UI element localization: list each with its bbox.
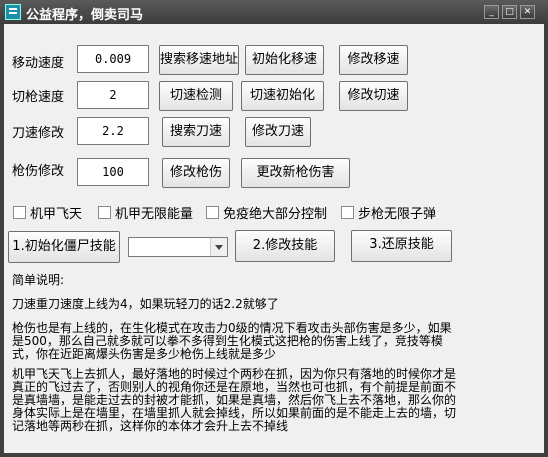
checkbox-label: 步枪无限子弹 — [358, 207, 437, 222]
init-zombie-skill-button[interactable]: 1.初始化僵尸技能 — [8, 231, 120, 263]
app-window: 公益程序，倒卖司马 _ □ ✕ 移动速度 0.009 搜索移速地址 初始化移速 … — [0, 0, 548, 457]
notes-title: 简单说明: — [12, 273, 65, 287]
change-new-gun-damage-button[interactable]: 更改新枪伤害 — [241, 158, 350, 188]
title-bar[interactable]: 公益程序，倒卖司马 _ □ ✕ — [0, 0, 548, 24]
knife-speed-input[interactable]: 2.2 — [77, 117, 149, 145]
modify-gun-damage-button[interactable]: 修改枪伤 — [162, 158, 230, 188]
modify-zombie-skill-button[interactable]: 2.修改技能 — [235, 230, 335, 262]
checkbox-box — [206, 206, 219, 219]
chevron-down-icon[interactable] — [210, 238, 227, 256]
mech-fly-checkbox[interactable]: 机甲飞天 — [13, 203, 83, 222]
switch-speed-label: 切枪速度 — [12, 90, 65, 105]
checkbox-box — [13, 206, 26, 219]
app-icon — [5, 4, 21, 20]
minimize-button[interactable]: _ — [484, 5, 499, 19]
move-speed-label: 移动速度 — [12, 56, 65, 71]
client-area: 移动速度 0.009 搜索移速地址 初始化移速 修改移速 切枪速度 2 切速检测… — [4, 24, 544, 453]
notes-panel: 简单说明: 刀速重刀速度上线为4，如果玩轻刀的话2.2就够了 枪伤也是有上线的，… — [8, 272, 459, 450]
window-title: 公益程序，倒卖司马 — [26, 8, 144, 23]
modify-switch-speed-button[interactable]: 修改切速 — [339, 81, 408, 111]
modify-knife-speed-button[interactable]: 修改刀速 — [245, 117, 311, 147]
move-speed-input[interactable]: 0.009 — [77, 45, 149, 73]
checkbox-box — [341, 206, 354, 219]
search-knife-speed-button[interactable]: 搜索刀速 — [162, 117, 230, 147]
restore-zombie-skill-button[interactable]: 3.还原技能 — [351, 230, 452, 262]
gun-damage-input[interactable]: 100 — [77, 158, 149, 186]
checkbox-label: 机甲飞天 — [30, 207, 83, 222]
rifle-infinite-ammo-checkbox[interactable]: 步枪无限子弹 — [341, 203, 437, 222]
zombie-skill-combo[interactable] — [128, 237, 228, 257]
mech-unlimited-energy-checkbox[interactable]: 机甲无限能量 — [98, 203, 194, 222]
close-button[interactable]: ✕ — [520, 5, 535, 19]
checkbox-box — [98, 206, 111, 219]
immune-control-checkbox[interactable]: 免疫绝大部分控制 — [206, 203, 328, 222]
notes-paragraph-mech: 机甲飞天飞上去抓人，最好落地的时候过个两秒在抓，因为你只有落地的时候你才是真正的… — [12, 367, 457, 433]
notes-paragraph-gun: 枪伤也是有上线的，在生化模式在攻击力0级的情况下看攻击头部伤害是多少，如果是50… — [12, 321, 452, 361]
maximize-button[interactable]: □ — [502, 5, 517, 19]
switch-speed-detect-button[interactable]: 切速检测 — [159, 81, 233, 111]
gun-damage-label: 枪伤修改 — [12, 164, 65, 179]
switch-speed-init-button[interactable]: 切速初始化 — [241, 81, 324, 111]
checkbox-label: 免疫绝大部分控制 — [223, 207, 328, 222]
modify-move-speed-button[interactable]: 修改移速 — [339, 45, 408, 75]
knife-speed-label: 刀速修改 — [12, 126, 65, 141]
search-move-speed-button[interactable]: 搜索移速地址 — [159, 45, 239, 75]
switch-speed-input[interactable]: 2 — [77, 81, 149, 109]
init-move-speed-button[interactable]: 初始化移速 — [245, 45, 324, 75]
checkbox-label: 机甲无限能量 — [115, 207, 194, 222]
notes-paragraph-knife: 刀速重刀速度上线为4，如果玩轻刀的话2.2就够了 — [12, 297, 279, 311]
